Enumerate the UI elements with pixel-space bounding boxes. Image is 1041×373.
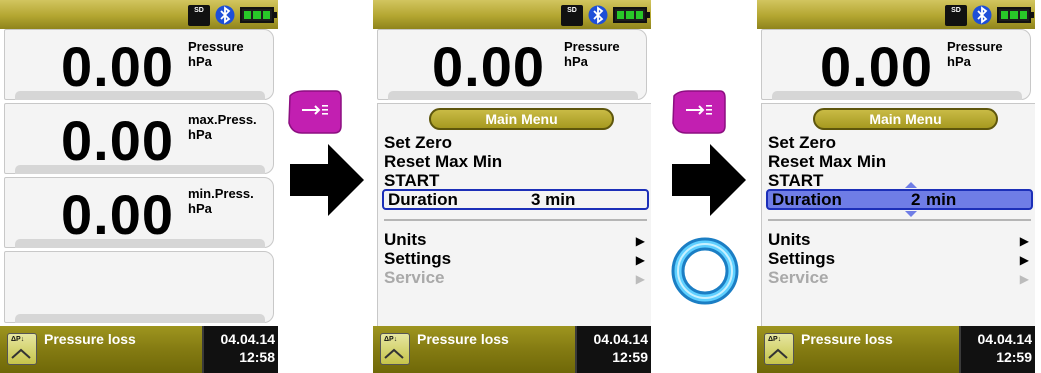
menu-item-units[interactable]: Units xyxy=(768,230,811,249)
status-bar: SD xyxy=(373,0,651,29)
max-pressure-unit: hPa xyxy=(188,127,212,142)
bottom-bar: ΔP↓ Pressure loss 04.04.14 12:59 xyxy=(373,326,651,373)
time: 12:59 xyxy=(996,349,1032,365)
menu-key-icon xyxy=(672,90,726,134)
device-screen-edit-duration: SD 0.00 Pressure hPa Main Menu Set Zero … xyxy=(757,0,1035,373)
submenu-arrow-icon: ▶ xyxy=(635,253,645,267)
date: 04.04.14 xyxy=(977,331,1033,347)
submenu-arrow-icon: ▶ xyxy=(1019,234,1029,248)
menu-item-start[interactable]: START xyxy=(384,171,439,190)
pressure-value: 0.00 xyxy=(61,35,174,98)
pressure-unit: hPa xyxy=(947,54,971,69)
main-menu: Main Menu Set Zero Reset Max Min START D… xyxy=(761,103,1035,326)
device-screen-readings: SD 0.00 Pressure hPa 0.00 max.Press. hPa… xyxy=(0,0,278,373)
date-time: 04.04.14 12:59 xyxy=(575,326,651,373)
menu-divider xyxy=(768,219,1031,221)
max-pressure-value: 0.00 xyxy=(61,109,174,172)
menu-item-service: Service xyxy=(384,268,445,287)
device-screen-main-menu: SD 0.00 Pressure hPa Main Menu Set Zero … xyxy=(373,0,651,373)
submenu-arrow-icon: ▶ xyxy=(635,234,645,248)
duration-value: 3 min xyxy=(531,190,576,209)
menu-divider xyxy=(384,219,647,221)
bluetooth-icon xyxy=(970,4,994,26)
reading-panel-pressure: 0.00 Pressure hPa xyxy=(4,29,274,100)
battery-icon xyxy=(613,7,650,23)
right-arrow-icon xyxy=(672,144,746,216)
menu-item-start[interactable]: START xyxy=(768,171,823,190)
pressure-label: Pressure xyxy=(188,39,244,54)
time: 12:59 xyxy=(612,349,648,365)
sd-card-icon: SD xyxy=(188,4,210,26)
min-pressure-value: 0.00 xyxy=(61,183,174,246)
right-arrow-icon xyxy=(290,144,364,216)
duration-label: Duration xyxy=(772,190,842,209)
min-pressure-label: min.Press. xyxy=(188,186,254,201)
battery-icon xyxy=(997,7,1034,23)
pressure-label: Pressure xyxy=(947,39,1003,54)
duration-number[interactable]: 2 xyxy=(911,190,920,209)
reading-panel-max: 0.00 max.Press. hPa xyxy=(4,103,274,174)
value-up-icon[interactable] xyxy=(905,182,917,188)
battery-icon xyxy=(240,7,277,23)
pressure-loss-mode-icon: ΔP↓ xyxy=(380,333,410,365)
menu-item-settings[interactable]: Settings xyxy=(768,249,835,268)
menu-item-set-zero[interactable]: Set Zero xyxy=(384,133,452,152)
bottom-bar: ΔP↓ Pressure loss 04.04.14 12:58 xyxy=(0,326,278,373)
pressure-loss-mode-icon: ΔP↓ xyxy=(7,333,37,365)
date-time: 04.04.14 12:59 xyxy=(959,326,1035,373)
menu-title: Main Menu xyxy=(429,108,614,130)
duration-label: Duration xyxy=(388,190,458,209)
rotary-ring-icon xyxy=(671,237,739,305)
menu-item-units[interactable]: Units xyxy=(384,230,427,249)
reading-panel-min: 0.00 min.Press. hPa xyxy=(4,177,274,248)
menu-item-service: Service xyxy=(768,268,829,287)
value-down-icon[interactable] xyxy=(905,211,917,217)
menu-item-settings[interactable]: Settings xyxy=(384,249,451,268)
time: 12:58 xyxy=(239,349,275,365)
sd-card-icon: SD xyxy=(945,4,967,26)
min-pressure-unit: hPa xyxy=(188,201,212,216)
max-pressure-label: max.Press. xyxy=(188,112,257,127)
pressure-value: 0.00 xyxy=(432,35,545,98)
bottom-bar: ΔP↓ Pressure loss 04.04.14 12:59 xyxy=(757,326,1035,373)
pressure-unit: hPa xyxy=(188,54,212,69)
date: 04.04.14 xyxy=(220,331,276,347)
submenu-arrow-icon: ▶ xyxy=(1019,253,1029,267)
menu-key-icon xyxy=(288,90,342,134)
mode-label: Pressure loss xyxy=(801,331,893,347)
submenu-arrow-icon: ▶ xyxy=(635,272,645,286)
mode-label: Pressure loss xyxy=(44,331,136,347)
menu-item-reset-max-min[interactable]: Reset Max Min xyxy=(384,152,502,171)
status-bar: SD xyxy=(0,0,278,29)
menu-item-set-zero[interactable]: Set Zero xyxy=(768,133,836,152)
menu-item-duration[interactable]: Duration 2 min xyxy=(766,189,1033,210)
date: 04.04.14 xyxy=(593,331,649,347)
submenu-arrow-icon: ▶ xyxy=(1019,272,1029,286)
sd-card-icon: SD xyxy=(561,4,583,26)
pressure-label: Pressure xyxy=(564,39,620,54)
date-time: 04.04.14 12:58 xyxy=(202,326,278,373)
reading-panel-pressure: 0.00 Pressure hPa xyxy=(377,29,647,100)
duration-unit: min xyxy=(926,190,957,209)
main-menu: Main Menu Set Zero Reset Max Min START D… xyxy=(377,103,651,326)
menu-item-reset-max-min[interactable]: Reset Max Min xyxy=(768,152,886,171)
pressure-unit: hPa xyxy=(564,54,588,69)
status-bar: SD xyxy=(757,0,1035,29)
reading-panel-pressure: 0.00 Pressure hPa xyxy=(761,29,1031,100)
menu-item-duration[interactable]: Duration 3 min xyxy=(382,189,649,210)
pressure-loss-mode-icon: ΔP↓ xyxy=(764,333,794,365)
bluetooth-icon xyxy=(586,4,610,26)
reading-panel-empty xyxy=(4,251,274,323)
mode-label: Pressure loss xyxy=(417,331,509,347)
pressure-value: 0.00 xyxy=(820,35,933,98)
menu-title: Main Menu xyxy=(813,108,998,130)
bluetooth-icon xyxy=(213,4,237,26)
